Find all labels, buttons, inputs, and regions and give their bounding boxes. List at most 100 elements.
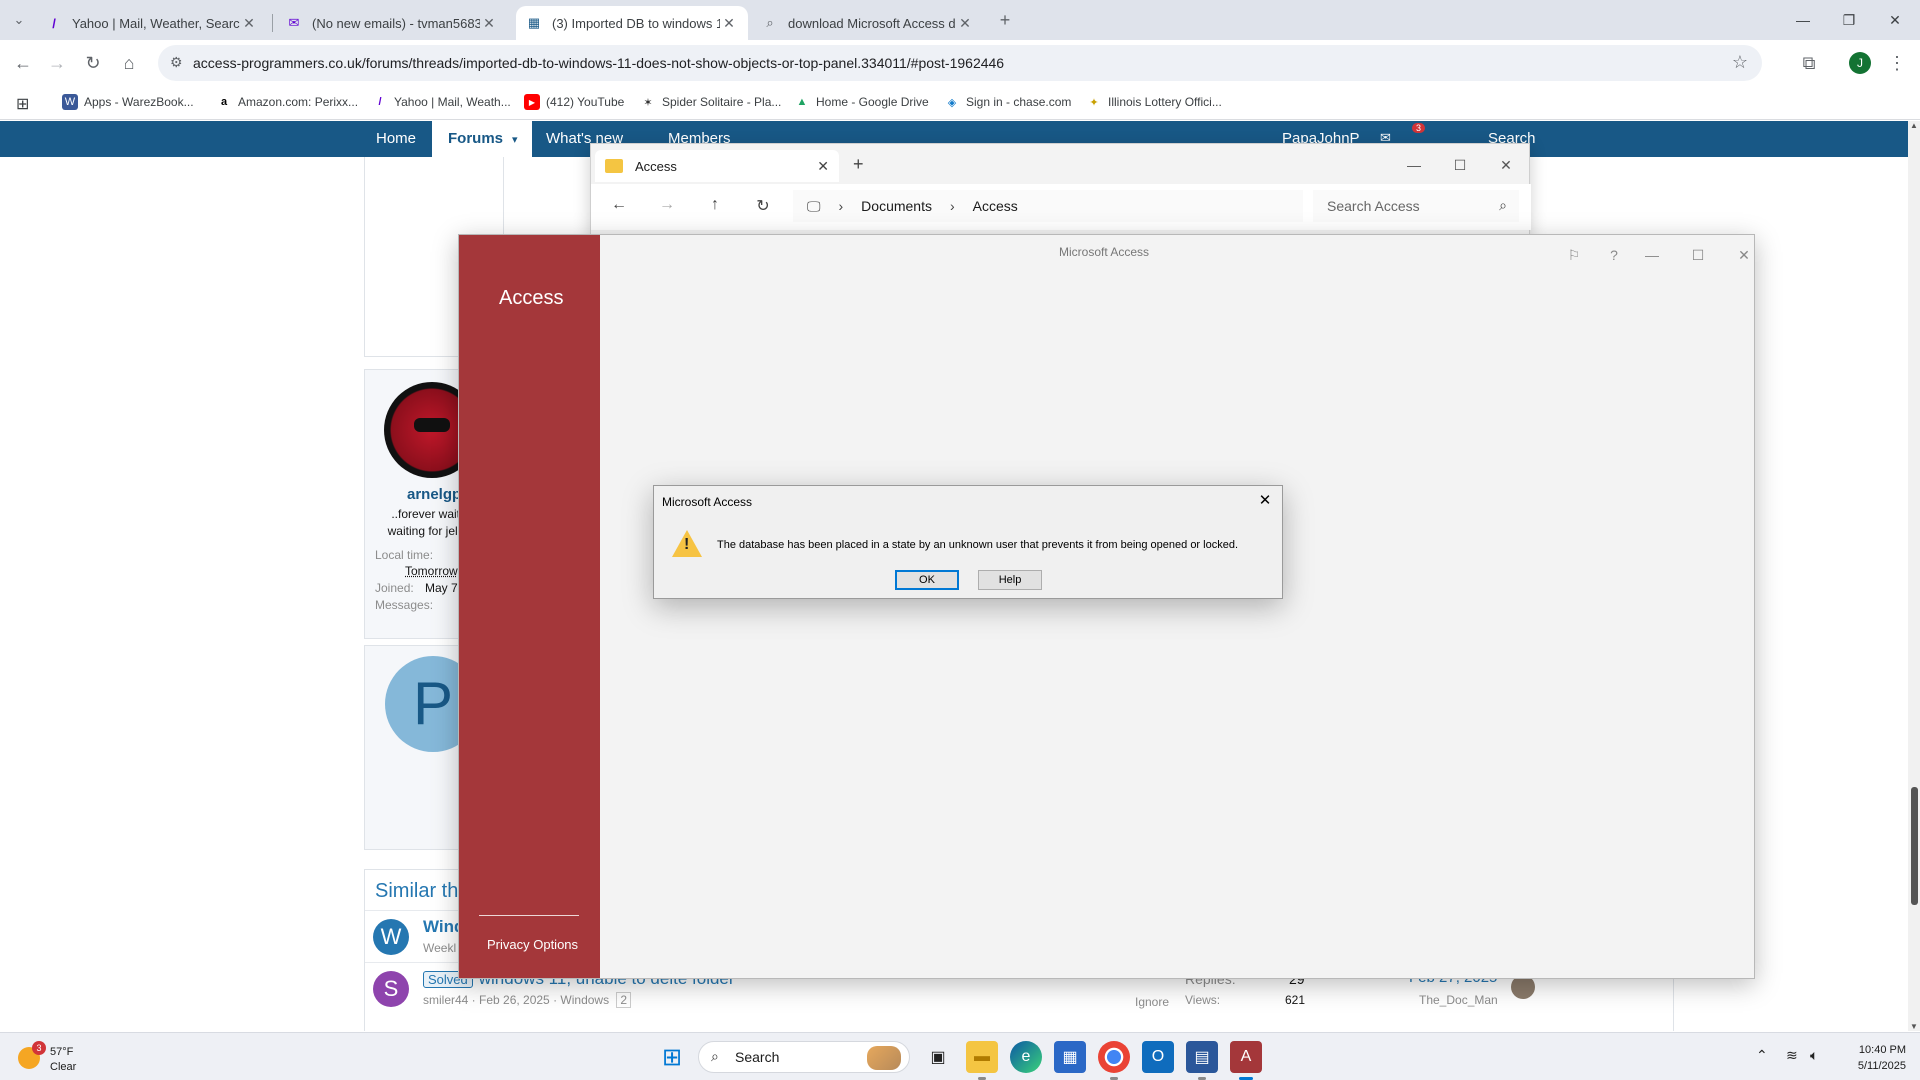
back-icon[interactable]: ← bbox=[8, 48, 38, 78]
search-placeholder: Search Access bbox=[1327, 198, 1420, 214]
forward-icon[interactable]: → bbox=[653, 196, 681, 218]
bookmark-warezbook[interactable]: W Apps - WarezBook... bbox=[62, 94, 194, 110]
taskbar-clock[interactable]: 10:40 PM 5/11/2025 bbox=[1832, 1042, 1906, 1074]
scroll-down-icon[interactable]: ▼ bbox=[1910, 1022, 1918, 1031]
thread-meta: Weekl bbox=[423, 941, 457, 955]
forward-icon[interactable]: → bbox=[42, 48, 72, 78]
tab-search-results[interactable]: ⌕ download Microsoft Access dat ✕ bbox=[752, 6, 984, 40]
scrollbar-thumb[interactable] bbox=[1911, 787, 1918, 905]
post-username[interactable]: arnelgp bbox=[407, 486, 461, 503]
maximize-icon[interactable]: ☐ bbox=[1437, 150, 1483, 180]
apps-grid-icon[interactable]: ⊞ bbox=[16, 94, 29, 114]
home-icon[interactable]: ⌂ bbox=[114, 48, 144, 78]
store-icon[interactable]: ▦ bbox=[1054, 1041, 1086, 1073]
wifi-icon[interactable]: ≋ bbox=[1786, 1047, 1798, 1064]
ok-button[interactable]: OK bbox=[895, 570, 959, 590]
close-window-icon[interactable]: ✕ bbox=[1721, 241, 1767, 269]
windows-start-icon[interactable]: ⊞ bbox=[656, 1041, 688, 1073]
access-icon[interactable]: A bbox=[1230, 1041, 1262, 1073]
weather-condition: Clear bbox=[50, 1061, 77, 1073]
restore-icon[interactable]: ❐ bbox=[1826, 0, 1872, 40]
edge-icon[interactable]: e bbox=[1010, 1041, 1042, 1073]
file-explorer-window: Access ✕ + — ☐ ✕ ← → ↑ ↻ 🖵 › Documents ›… bbox=[590, 143, 1531, 243]
w-icon: W bbox=[62, 94, 78, 110]
word-icon[interactable]: ▤ bbox=[1186, 1041, 1218, 1073]
avatar: S bbox=[373, 971, 409, 1007]
close-tab-icon[interactable]: ✕ bbox=[720, 15, 738, 32]
weather-badge: 3 bbox=[32, 1041, 46, 1055]
back-icon[interactable]: ← bbox=[605, 196, 633, 218]
messages-label: Messages: bbox=[375, 598, 434, 612]
page-scrollbar[interactable]: ▲ ▼ bbox=[1908, 121, 1920, 1031]
tab-mail[interactable]: ✉ (No new emails) - tvman5683@ ✕ bbox=[276, 6, 508, 40]
close-tab-icon[interactable]: ✕ bbox=[956, 15, 974, 32]
refresh-icon[interactable]: ↻ bbox=[749, 196, 777, 218]
task-view-icon[interactable]: ▣ bbox=[922, 1041, 954, 1073]
new-tab-icon[interactable]: + bbox=[853, 154, 864, 175]
tab-separator bbox=[272, 14, 273, 32]
chevron-down-icon[interactable]: ▾ bbox=[512, 133, 518, 146]
close-tab-icon[interactable]: ✕ bbox=[240, 15, 258, 32]
new-tab-icon[interactable]: + bbox=[990, 5, 1020, 35]
up-icon[interactable]: ↑ bbox=[701, 196, 729, 218]
tab-forum-active[interactable]: ▦ (3) Imported DB to windows 11 ✕ bbox=[516, 6, 748, 40]
explorer-tab[interactable]: Access ✕ bbox=[595, 150, 839, 182]
explorer-search-input[interactable]: Search Access ⌕ bbox=[1313, 190, 1519, 222]
address-bar[interactable]: ⚙ access-programmers.co.uk/forums/thread… bbox=[158, 45, 1762, 81]
help-button[interactable]: Help bbox=[978, 570, 1042, 590]
taskbar-search-box[interactable]: ⌕ Search bbox=[698, 1041, 910, 1073]
file-explorer-icon[interactable]: ▬ bbox=[966, 1041, 998, 1073]
chevron-up-icon[interactable]: ⌃ bbox=[1756, 1047, 1768, 1064]
nav-forums[interactable]: Forums bbox=[448, 130, 503, 147]
bookmark-yahoo[interactable]: / Yahoo | Mail, Weath... bbox=[372, 94, 511, 110]
breadcrumb-access[interactable]: Access bbox=[973, 198, 1018, 214]
extensions-icon[interactable]: ⧉ bbox=[1794, 48, 1824, 78]
ignore-link[interactable]: Ignore bbox=[1135, 995, 1169, 1009]
access-window: Access Privacy Options Microsoft Access … bbox=[458, 234, 1755, 979]
close-window-icon[interactable]: ✕ bbox=[1483, 150, 1529, 180]
page-count[interactable]: 2 bbox=[616, 992, 632, 1008]
bookmark-label: Yahoo | Mail, Weath... bbox=[394, 95, 511, 109]
explorer-address-bar[interactable]: 🖵 › Documents › Access bbox=[793, 190, 1303, 222]
bookmark-chase[interactable]: ◈ Sign in - chase.com bbox=[944, 94, 1072, 110]
search-icon: ⌕ bbox=[766, 15, 774, 30]
thread-meta: smiler44 · Feb 26, 2025 · Windows bbox=[423, 993, 610, 1007]
last-post-user[interactable]: The_Doc_Man bbox=[1419, 993, 1498, 1007]
close-window-icon[interactable]: ✕ bbox=[1872, 0, 1918, 40]
bookmark-star-icon[interactable]: ☆ bbox=[1732, 52, 1748, 73]
bookmark-google-drive[interactable]: ▲ Home - Google Drive bbox=[794, 94, 929, 110]
outlook-icon[interactable]: O bbox=[1142, 1041, 1174, 1073]
minimize-icon[interactable]: — bbox=[1629, 241, 1675, 269]
bookmark-spider-solitaire[interactable]: ✶ Spider Solitaire - Pla... bbox=[640, 94, 781, 110]
maximize-icon[interactable]: ☐ bbox=[1675, 241, 1721, 269]
close-icon[interactable]: ✕ bbox=[1254, 491, 1276, 511]
bookmark-amazon[interactable]: a Amazon.com: Perixx... bbox=[216, 94, 358, 110]
close-tab-icon[interactable]: ✕ bbox=[480, 15, 498, 32]
chase-icon: ◈ bbox=[947, 96, 957, 109]
scroll-up-icon[interactable]: ▲ bbox=[1910, 121, 1918, 130]
tab-search-dropdown-icon[interactable]: ⌄ bbox=[4, 5, 34, 35]
privacy-options-link[interactable]: Privacy Options bbox=[487, 937, 578, 952]
site-info-icon[interactable]: ⚙ bbox=[170, 54, 183, 71]
taskbar-search-label: Search bbox=[735, 1049, 780, 1065]
nav-home[interactable]: Home bbox=[376, 130, 416, 147]
warning-icon: ! bbox=[672, 530, 702, 557]
minimize-icon[interactable]: — bbox=[1780, 0, 1826, 40]
minimize-icon[interactable]: — bbox=[1391, 150, 1437, 180]
lottery-icon: ✦ bbox=[1089, 96, 1099, 109]
bookmark-youtube[interactable]: ▶ (412) YouTube bbox=[524, 94, 624, 110]
close-tab-icon[interactable]: ✕ bbox=[817, 158, 829, 175]
access-window-title: Microsoft Access bbox=[1058, 245, 1150, 259]
url-text[interactable]: access-programmers.co.uk/forums/threads/… bbox=[193, 55, 1004, 71]
profile-avatar[interactable]: J bbox=[1845, 48, 1875, 78]
explorer-nav-bar: ← → ↑ ↻ 🖵 › Documents › Access Search Ac… bbox=[591, 184, 1531, 230]
bookmark-illinois-lottery[interactable]: ✦ Illinois Lottery Offici... bbox=[1086, 94, 1221, 110]
volume-icon[interactable]: 🔈︎ bbox=[1810, 1047, 1818, 1064]
clock-date: 5/11/2025 bbox=[1857, 1060, 1906, 1072]
chrome-icon[interactable] bbox=[1098, 1041, 1130, 1073]
reload-icon[interactable]: ↻ bbox=[78, 48, 108, 78]
tab-yahoo[interactable]: / Yahoo | Mail, Weather, Search, I ✕ bbox=[36, 6, 268, 40]
menu-kebab-icon[interactable]: ⋮ bbox=[1882, 48, 1912, 78]
breadcrumb-documents[interactable]: Documents bbox=[861, 198, 932, 214]
alerts-badge: 3 bbox=[1412, 123, 1426, 133]
